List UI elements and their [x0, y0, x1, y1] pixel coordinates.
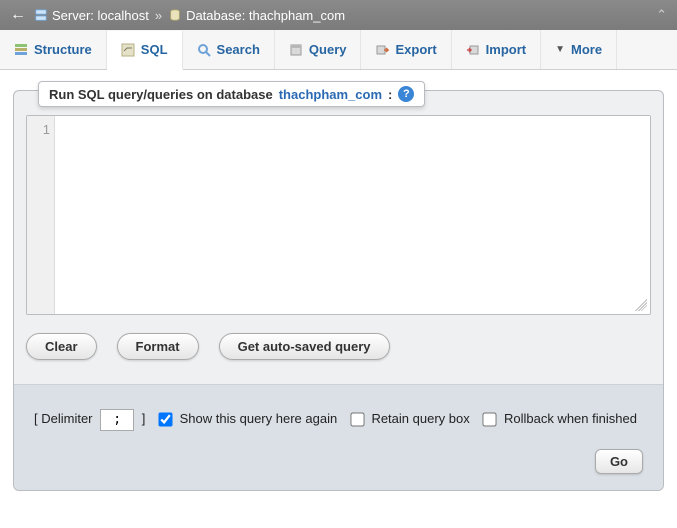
- tab-more[interactable]: ▼ More: [541, 30, 617, 69]
- tab-sql[interactable]: SQL: [107, 31, 183, 70]
- retain-checkbox[interactable]: [350, 412, 364, 426]
- editor-gutter: 1: [27, 116, 55, 314]
- tab-label: SQL: [141, 42, 168, 57]
- rollback-label: Rollback when finished: [504, 403, 637, 435]
- import-icon: [466, 43, 480, 57]
- tab-label: Export: [395, 42, 436, 57]
- breadcrumb-database[interactable]: Database: thachpham_com: [186, 8, 345, 23]
- search-icon: [197, 43, 211, 57]
- sql-editor-wrap: 1: [26, 115, 651, 315]
- export-icon: [375, 43, 389, 57]
- clear-button[interactable]: Clear: [26, 333, 97, 360]
- help-icon[interactable]: ?: [398, 86, 414, 102]
- sql-editor[interactable]: [55, 116, 650, 314]
- delimiter-input[interactable]: [100, 409, 134, 431]
- database-icon: [168, 8, 182, 22]
- tab-query[interactable]: Query: [275, 30, 362, 69]
- tab-export[interactable]: Export: [361, 30, 451, 69]
- query-icon: [289, 43, 303, 57]
- get-autosaved-button[interactable]: Get auto-saved query: [219, 333, 390, 360]
- go-button[interactable]: Go: [595, 449, 643, 474]
- panel-title-prefix: Run SQL query/queries on database: [49, 87, 273, 102]
- breadcrumb-separator: »: [155, 8, 162, 23]
- tab-label: More: [571, 42, 602, 57]
- sql-icon: [121, 43, 135, 57]
- tab-search[interactable]: Search: [183, 30, 275, 69]
- breadcrumb-server[interactable]: Server: localhost: [52, 8, 149, 23]
- tab-label: Structure: [34, 42, 92, 57]
- chevron-down-icon: ▼: [555, 44, 565, 55]
- tab-import[interactable]: Import: [452, 30, 541, 69]
- panel-title: Run SQL query/queries on database thachp…: [38, 81, 425, 107]
- collapse-icon[interactable]: ⌃: [656, 7, 667, 23]
- retain-label: Retain query box: [371, 411, 469, 426]
- panel-title-suffix: :: [388, 87, 392, 102]
- panel-title-db: thachpham_com: [279, 87, 382, 102]
- format-button[interactable]: Format: [117, 333, 199, 360]
- back-arrow-icon[interactable]: ←: [10, 6, 26, 24]
- structure-icon: [14, 43, 28, 57]
- rollback-checkbox[interactable]: [483, 412, 497, 426]
- line-number: 1: [27, 122, 50, 137]
- tab-label: Query: [309, 42, 347, 57]
- show-again-label: Show this query here again: [180, 411, 338, 426]
- resize-handle-icon[interactable]: [635, 299, 647, 311]
- tab-label: Search: [217, 42, 260, 57]
- delimiter-label-close: ]: [142, 411, 146, 426]
- server-icon: [34, 8, 48, 22]
- tab-label: Import: [486, 42, 526, 57]
- delimiter-label-open: [ Delimiter: [34, 411, 93, 426]
- show-again-checkbox[interactable]: [158, 412, 172, 426]
- tab-structure[interactable]: Structure: [0, 30, 107, 69]
